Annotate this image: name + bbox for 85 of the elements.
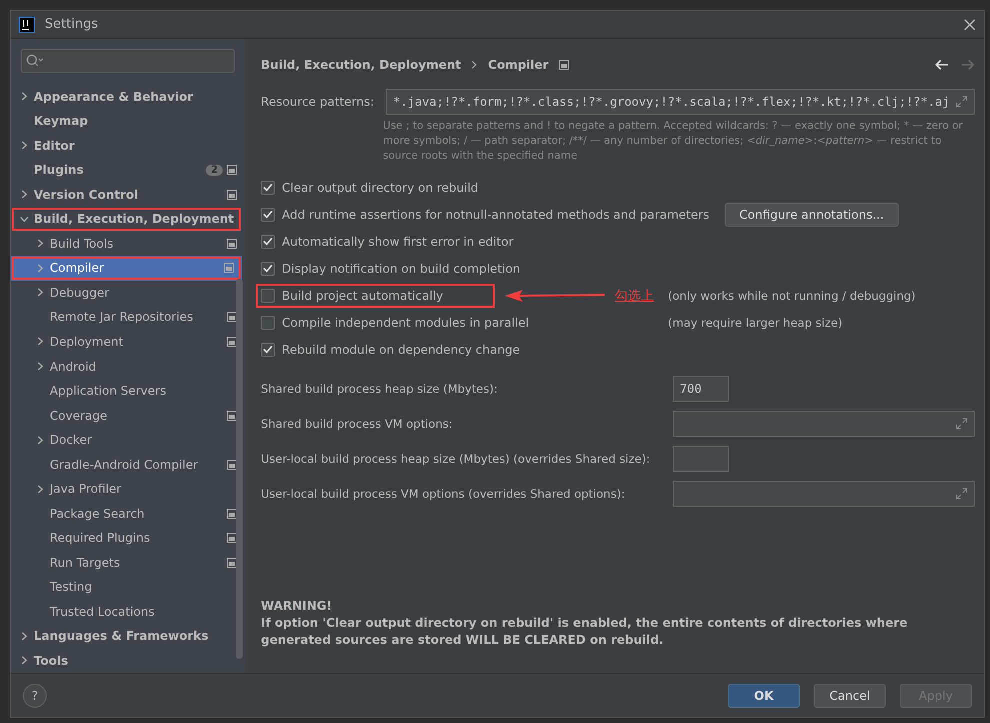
count-badge: 2 xyxy=(206,164,224,176)
checkbox-label[interactable]: Clear output directory on rebuild xyxy=(282,180,479,194)
checkbox[interactable] xyxy=(261,316,276,330)
breadcrumb-item: Compiler xyxy=(488,58,549,72)
checkbox[interactable] xyxy=(261,342,276,356)
checkbox[interactable] xyxy=(261,288,276,302)
sidebar-item[interactable]: Required Plugins xyxy=(11,526,246,550)
expand-icon[interactable] xyxy=(956,488,968,500)
close-icon[interactable] xyxy=(964,18,976,30)
note-text: (may require larger heap size) xyxy=(668,316,843,330)
note-text: (only works while not running / debugging) xyxy=(668,288,916,302)
field-label: Shared build process VM options: xyxy=(261,416,454,430)
app-logo-icon xyxy=(19,16,35,32)
sidebar-item[interactable]: Version Control xyxy=(11,182,246,208)
sidebar-item[interactable]: Java Profiler xyxy=(11,476,246,502)
project-scope-icon xyxy=(227,460,238,470)
vm-options-field[interactable] xyxy=(673,480,975,506)
sidebar-item[interactable]: Languages & Frameworks xyxy=(11,624,246,648)
sidebar-item[interactable]: Plugins 2 xyxy=(11,158,246,183)
project-scope-icon xyxy=(227,508,238,519)
sidebar-item[interactable]: Gradle-Android Compiler xyxy=(11,452,246,477)
sidebar-item[interactable]: Compiler xyxy=(11,256,242,281)
sidebar-item[interactable]: Keymap xyxy=(11,109,246,134)
expand-icon[interactable] xyxy=(956,418,968,430)
scrollbar[interactable] xyxy=(236,279,244,659)
checkbox[interactable] xyxy=(261,234,276,248)
field-label: Shared build process heap size (Mbytes): xyxy=(261,382,499,396)
sidebar-item[interactable]: Application Servers xyxy=(11,378,246,404)
warning-text: If option 'Clear output directory on rebuild' is enabled, the entire contents of directories where generated sources are stored WILL BE CLEARED on rebuild. xyxy=(261,615,909,649)
sidebar-item[interactable]: Debugger xyxy=(11,280,246,306)
sidebar-item[interactable]: Testing xyxy=(11,574,246,600)
sidebar-item[interactable]: Tools xyxy=(11,648,246,673)
vm-options-field[interactable] xyxy=(673,410,975,436)
resource-patterns-field[interactable]: *.java;!?*.form;!?*.class;!?*.groovy;!?*.scala;!?*.flex;!?*.kt;!?*.clj;!?*.aj xyxy=(386,89,975,115)
project-scope-icon xyxy=(227,238,238,249)
window-title: Settings xyxy=(45,17,100,32)
sidebar-item[interactable]: Build, Execution, Deployment xyxy=(11,207,242,232)
project-scope-icon xyxy=(224,263,234,274)
project-scope-icon xyxy=(227,533,238,544)
sidebar-item[interactable]: Docker xyxy=(11,428,246,452)
ok-button[interactable]: OK xyxy=(728,684,800,708)
sidebar-item[interactable]: Editor xyxy=(11,134,246,158)
checkbox-label[interactable]: Add runtime assertions for notnull-annotated methods and parameters xyxy=(282,208,710,222)
chevron-icon xyxy=(471,60,478,70)
project-scope-icon xyxy=(558,60,569,70)
back-arrow-icon[interactable] xyxy=(934,58,949,72)
warning-title: WARNING! xyxy=(261,598,334,615)
sidebar-item[interactable]: Run Targets xyxy=(11,550,246,575)
field-label: User-local build process VM options (overrides Shared options): xyxy=(261,486,626,500)
checkbox-label[interactable]: Automatically show first error in editor xyxy=(282,234,514,248)
sidebar-item[interactable]: Build Tools xyxy=(11,232,246,256)
checkbox-label[interactable]: Build project automatically xyxy=(282,288,444,302)
project-scope-icon xyxy=(227,190,238,200)
checkbox-option[interactable]: Build project automatically xyxy=(258,286,494,306)
checkbox-label[interactable]: Display notification on build completion xyxy=(282,262,521,276)
hint-text: Use ; to separate patterns and ! to negate a pattern. Accepted wildcards: ? — exactly one symbol; * — zero or more symbols; / — path separator; /**/ — any number of directories; <dir_name>:<pattern> — restrict to source roots with the specified name xyxy=(383,119,964,164)
search-field[interactable] xyxy=(21,49,236,73)
annotation-text: 勾选上 xyxy=(615,288,654,304)
project-scope-icon xyxy=(227,336,238,347)
breadcrumb-item: Build, Execution, Deployment xyxy=(261,58,462,72)
checkbox-label[interactable]: Compile independent modules in parallel xyxy=(282,316,530,330)
heap-size-field[interactable]: 700 xyxy=(673,376,730,402)
expand-icon[interactable] xyxy=(956,96,968,108)
checkbox[interactable] xyxy=(261,208,276,222)
checkbox[interactable] xyxy=(261,180,276,194)
project-scope-icon xyxy=(227,558,238,568)
sidebar-item[interactable]: Deployment xyxy=(11,330,246,354)
project-scope-icon xyxy=(227,410,238,421)
sidebar-item[interactable]: Appearance & Behavior xyxy=(11,84,246,110)
sidebar-item[interactable]: Trusted Locations xyxy=(11,599,246,624)
project-scope-icon xyxy=(227,165,238,176)
search-icon xyxy=(26,54,44,68)
sidebar-item[interactable]: Coverage xyxy=(11,403,246,428)
heap-size-field[interactable] xyxy=(673,446,730,472)
checkbox-label[interactable]: Rebuild module on dependency change xyxy=(282,342,520,356)
dialog-button[interactable]: Cancel xyxy=(814,684,886,708)
sidebar-item[interactable]: Package Search xyxy=(11,501,246,526)
configure-annotations-button[interactable]: Configure annotations... xyxy=(724,202,900,226)
field-label: User-local build process heap size (Mbytes) (overrides Shared size): xyxy=(261,452,652,466)
project-scope-icon xyxy=(227,312,238,322)
field-label: Resource patterns: xyxy=(261,95,374,109)
sidebar-item[interactable]: Android xyxy=(11,354,246,379)
checkbox[interactable] xyxy=(261,262,276,276)
help-button[interactable]: ? xyxy=(23,684,47,708)
sidebar-item[interactable]: Remote Jar Repositories xyxy=(11,305,246,330)
